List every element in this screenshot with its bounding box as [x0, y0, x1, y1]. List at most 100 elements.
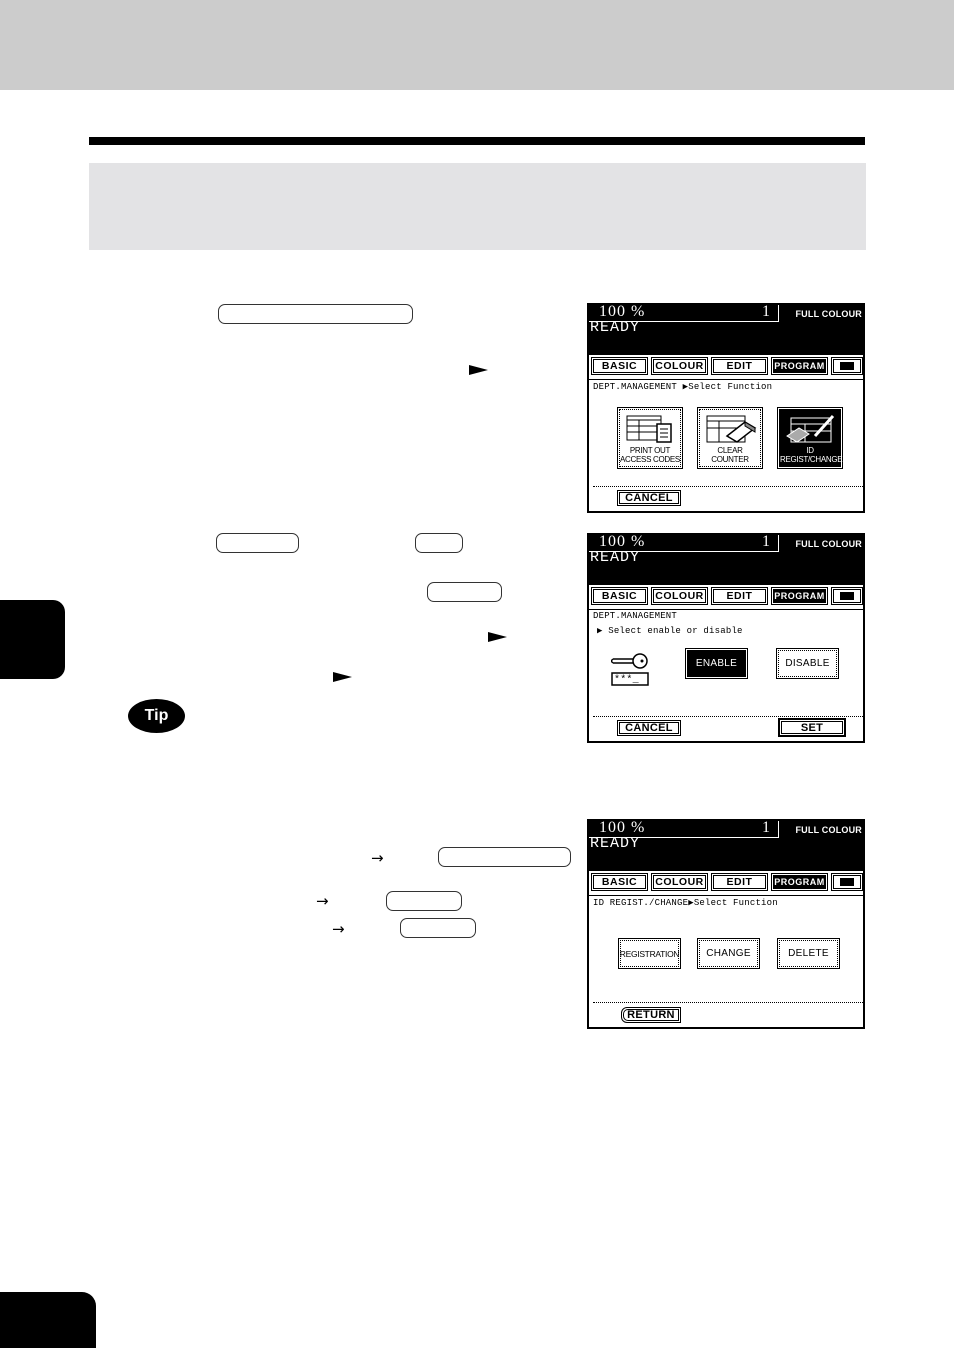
lcd-tab-bar: BASIC COLOUR EDIT PROGRAM — [589, 355, 863, 380]
icon-button-caption: PRINT OUT ACCESS CODES — [620, 446, 680, 464]
delete-button[interactable]: DELETE — [777, 938, 840, 969]
registration-button[interactable]: REGISTRATION — [618, 938, 681, 969]
keyboard-icon — [833, 589, 861, 603]
eraser-icon — [706, 415, 757, 443]
colour-mode: FULL COLOUR — [795, 539, 862, 549]
change-button[interactable]: CHANGE — [697, 938, 760, 969]
access-code-field: ***_ — [614, 675, 639, 686]
keyboard-icon — [833, 875, 861, 889]
tab-colour[interactable]: COLOUR — [651, 587, 708, 605]
lcd-divider — [593, 716, 863, 717]
disable-button[interactable]: DISABLE — [776, 648, 839, 679]
enable-button[interactable]: ENABLE — [685, 648, 748, 679]
tab-label: EDIT — [713, 589, 766, 603]
tab-keyboard[interactable] — [831, 873, 863, 891]
section-title-box — [89, 163, 866, 250]
lcd-tab-bar: BASIC COLOUR EDIT PROGRAM — [589, 871, 863, 896]
lcd-status-area: 100 % 1 FULL COLOUR READY — [589, 821, 863, 871]
lcd-tab-bar: BASIC COLOUR EDIT PROGRAM — [589, 585, 863, 610]
lcd-screen-id-regist-change: 100 % 1 FULL COLOUR READY BASIC COLOUR E… — [587, 819, 865, 1029]
tab-basic[interactable]: BASIC — [591, 357, 648, 375]
machine-status: READY — [590, 319, 641, 336]
print-list-icon — [626, 415, 672, 443]
copy-count: 1 — [762, 533, 770, 550]
keyboard-icon — [833, 359, 861, 373]
copy-count: 1 — [762, 303, 770, 320]
arrow-icon: → — [332, 920, 345, 938]
tab-keyboard[interactable] — [831, 357, 863, 375]
tab-keyboard[interactable] — [831, 587, 863, 605]
button-label: CHANGE — [699, 940, 758, 967]
tab-program[interactable]: PROGRAM — [771, 587, 828, 605]
tab-program[interactable]: PROGRAM — [771, 357, 828, 375]
key-outline-enable — [216, 533, 299, 553]
key-outline-change — [386, 891, 462, 911]
button-label: REGISTRATION — [620, 940, 680, 967]
tab-label: PROGRAM — [773, 875, 826, 889]
lcd-divider — [593, 1002, 863, 1003]
tab-edit[interactable]: EDIT — [711, 873, 768, 891]
tab-label: BASIC — [593, 359, 646, 373]
lcd-status-area: 100 % 1 FULL COLOUR READY — [589, 535, 863, 585]
tab-basic[interactable]: BASIC — [591, 873, 648, 891]
copy-count: 1 — [762, 819, 770, 836]
lcd-message: DEPT.MANAGEMENT ▶Select Function — [593, 382, 773, 392]
clear-counter-button[interactable]: CLEAR COUNTER — [697, 407, 763, 469]
section-rule — [89, 137, 865, 145]
icon-button-caption: ID REGIST/CHANGE — [780, 446, 843, 464]
set-button[interactable]: SET — [778, 718, 846, 737]
colour-mode: FULL COLOUR — [795, 825, 862, 835]
lcd-message: ▶ Select enable or disable — [597, 626, 743, 636]
tab-basic[interactable]: BASIC — [591, 587, 648, 605]
tip-badge: Tip — [128, 699, 185, 733]
key-outline-dept-management — [218, 304, 413, 324]
step-arrow-icon — [333, 672, 352, 682]
cancel-button[interactable]: CANCEL — [617, 490, 681, 506]
tab-program[interactable]: PROGRAM — [771, 873, 828, 891]
key-outline-registration — [438, 847, 571, 867]
button-label: ENABLE — [687, 650, 746, 677]
tab-label: COLOUR — [653, 589, 706, 603]
tab-label: BASIC — [593, 875, 646, 889]
arrow-icon: → — [371, 849, 384, 867]
print-out-access-codes-button[interactable]: PRINT OUT ACCESS CODES — [617, 407, 683, 469]
tab-label: COLOUR — [653, 359, 706, 373]
button-label: CANCEL — [619, 492, 679, 504]
key-outline-disable — [427, 582, 502, 602]
colour-mode: FULL COLOUR — [795, 309, 862, 319]
key-outline-set — [415, 533, 463, 553]
chapter-side-tab — [0, 600, 65, 679]
arrow-icon: → — [316, 892, 329, 910]
tab-colour[interactable]: COLOUR — [651, 357, 708, 375]
tab-label: EDIT — [713, 359, 766, 373]
cancel-button[interactable]: CANCEL — [617, 720, 681, 736]
button-label: RETURN — [623, 1009, 679, 1021]
tab-label: COLOUR — [653, 875, 706, 889]
machine-status: READY — [590, 549, 641, 566]
tab-edit[interactable]: EDIT — [711, 357, 768, 375]
button-label: DELETE — [779, 940, 838, 967]
lcd-screen-enable-disable: 100 % 1 FULL COLOUR READY BASIC COLOUR E… — [587, 533, 865, 743]
lcd-message: ID REGIST./CHANGE▶Select Function — [593, 898, 778, 908]
tab-label: PROGRAM — [773, 359, 826, 373]
return-button[interactable]: RETURN — [621, 1007, 681, 1023]
key-outline-delete — [400, 918, 476, 938]
tab-colour[interactable]: COLOUR — [651, 873, 708, 891]
tab-label: BASIC — [593, 589, 646, 603]
button-label: DISABLE — [778, 650, 837, 677]
lcd-status-area: 100 % 1 FULL COLOUR READY — [589, 305, 863, 355]
step-arrow-icon — [488, 632, 507, 642]
header-band — [0, 0, 954, 90]
pencil-eraser-icon — [786, 414, 835, 443]
page-number-tab — [0, 1292, 96, 1348]
machine-status: READY — [590, 835, 641, 852]
tab-label: PROGRAM — [773, 589, 826, 603]
icon-button-caption: CLEAR COUNTER — [711, 446, 749, 464]
lcd-screen-dept-management: 100 % 1 FULL COLOUR READY BASIC COLOUR E… — [587, 303, 865, 513]
button-label: SET — [781, 721, 843, 734]
button-label: CANCEL — [619, 722, 679, 734]
lcd-message: DEPT.MANAGEMENT — [593, 611, 678, 621]
lcd-divider — [593, 486, 863, 487]
id-regist-change-button[interactable]: ID REGIST/CHANGE — [777, 407, 843, 469]
tab-edit[interactable]: EDIT — [711, 587, 768, 605]
